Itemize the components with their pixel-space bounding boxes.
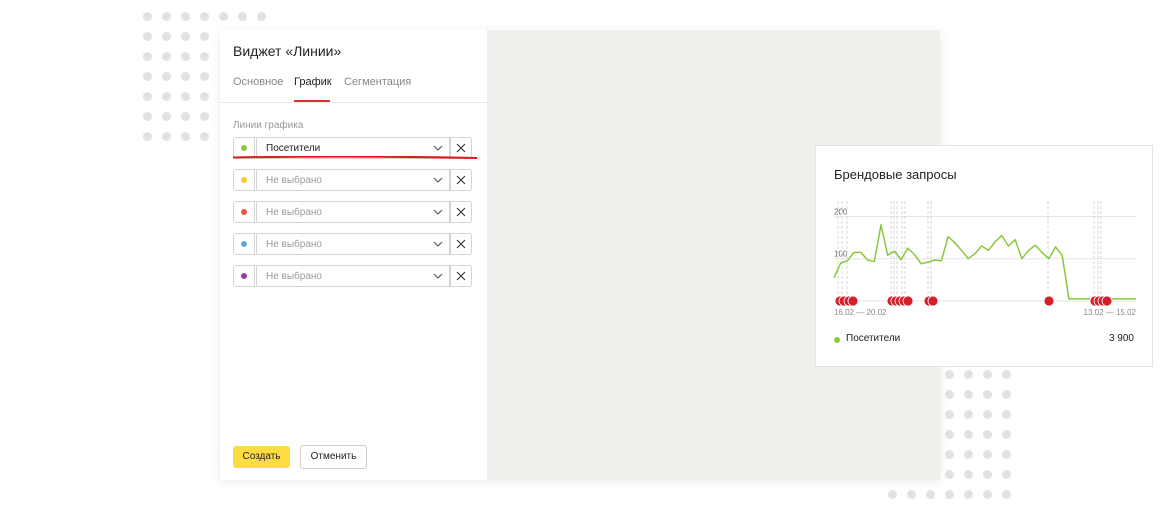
color-dot — [241, 177, 247, 183]
metric-select-value: Не выбрано — [266, 175, 322, 186]
preview-card: Брендовые запросы 200 100 16.02 — 20.02 13.… — [815, 145, 1153, 367]
highlight-underline — [233, 156, 477, 159]
color-dot — [241, 209, 247, 215]
chevron-down-icon — [433, 241, 443, 247]
annotation-marker — [1043, 295, 1055, 307]
line-color-picker[interactable] — [233, 233, 255, 255]
remove-line-button[interactable] — [450, 201, 472, 223]
chevron-down-icon — [433, 177, 443, 183]
metric-select[interactable]: Не выбрано — [256, 265, 450, 287]
tabs-divider — [220, 102, 487, 103]
color-dot — [241, 241, 247, 247]
line-color-picker[interactable] — [233, 201, 255, 223]
clear-icon — [456, 207, 466, 217]
metric-select[interactable]: Не выбрано — [256, 169, 450, 191]
metric-select-value: Посетители — [266, 143, 321, 154]
y-tick-label: 200 — [834, 207, 848, 216]
chevron-down-icon — [433, 145, 443, 151]
chart-line-row: Не выбрано — [233, 265, 472, 287]
clear-icon — [456, 239, 466, 249]
create-button[interactable]: Создать — [233, 446, 290, 468]
remove-line-button[interactable] — [450, 265, 472, 287]
line-color-picker[interactable] — [233, 169, 255, 191]
tab-segmentation[interactable]: Сегментация — [344, 76, 411, 88]
metric-select[interactable]: Не выбрано — [256, 233, 450, 255]
metric-select[interactable]: Не выбрано — [256, 201, 450, 223]
dialog-title: Виджет «Линии» — [233, 43, 342, 59]
clear-icon — [456, 175, 466, 185]
chart-line-row: Не выбрано — [233, 169, 472, 191]
annotation-marker — [927, 295, 939, 307]
tab-chart[interactable]: График — [294, 76, 332, 88]
x-tick-label: 13.02 — 15.02 — [1084, 308, 1137, 317]
chart-line-row: Не выбрано — [233, 201, 472, 223]
legend-value: 3 900 — [1108, 333, 1134, 344]
metric-select-value: Не выбрано — [266, 207, 322, 218]
legend-label: Посетители — [846, 333, 901, 344]
clear-icon — [456, 143, 466, 153]
remove-line-button[interactable] — [450, 169, 472, 191]
legend-color-dot — [834, 337, 840, 343]
y-tick-label: 100 — [834, 250, 848, 259]
color-dot — [241, 273, 247, 279]
annotation-marker — [847, 295, 859, 307]
annotation-marker — [1101, 295, 1113, 307]
tab-basic[interactable]: Основное — [233, 76, 283, 88]
remove-line-button[interactable] — [450, 233, 472, 255]
settings-panel: Виджет «Линии» Основное График Сегментац… — [220, 30, 487, 480]
annotation-marker — [902, 295, 914, 307]
x-tick-label: 16.02 — 20.02 — [834, 308, 887, 317]
preview-panel: Брендовые запросы 200 100 16.02 — 20.02 13.… — [487, 30, 1153, 480]
clear-icon — [456, 271, 466, 281]
line-color-picker[interactable] — [233, 265, 255, 287]
section-label: Линии графика — [233, 120, 304, 131]
cancel-button[interactable]: Отменить — [300, 445, 367, 469]
chart-line-row: Не выбрано — [233, 233, 472, 255]
widget-dialog: Виджет «Линии» Основное График Сегментац… — [220, 30, 1153, 480]
metric-select-value: Не выбрано — [266, 239, 322, 250]
chevron-down-icon — [433, 273, 443, 279]
chevron-down-icon — [433, 209, 443, 215]
color-dot — [241, 145, 247, 151]
metric-select-value: Не выбрано — [266, 271, 322, 282]
series-line-visitors — [833, 224, 1136, 300]
